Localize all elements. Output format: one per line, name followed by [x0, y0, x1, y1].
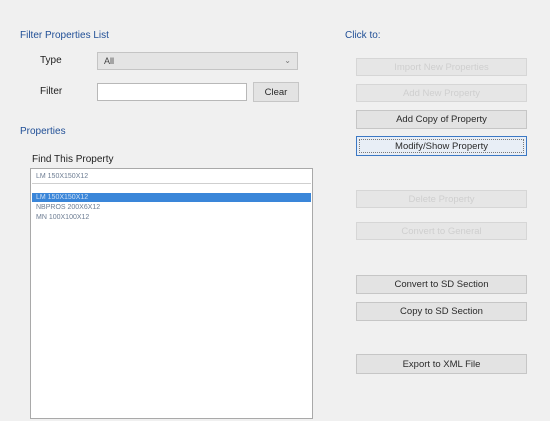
- convert-to-sd-section-button[interactable]: Convert to SD Section: [356, 275, 527, 294]
- add-copy-of-property-button[interactable]: Add Copy of Property: [356, 110, 527, 129]
- modify-show-property-button[interactable]: Modify/Show Property: [356, 136, 527, 156]
- click-to-title: Click to:: [345, 30, 381, 41]
- type-dropdown-value: All: [104, 56, 115, 66]
- type-dropdown[interactable]: All ⌄: [97, 52, 298, 70]
- copy-to-sd-section-button[interactable]: Copy to SD Section: [356, 302, 527, 321]
- delete-property-button[interactable]: Delete Property: [356, 190, 527, 208]
- chevron-down-icon: ⌄: [284, 56, 291, 65]
- export-to-xml-file-button[interactable]: Export to XML File: [356, 354, 527, 374]
- convert-to-general-button[interactable]: Convert to General: [356, 222, 527, 240]
- find-property-label: Find This Property: [32, 154, 114, 165]
- list-item[interactable]: LM 150X150X12: [32, 193, 311, 202]
- property-search-text[interactable]: LM 150X150X12: [32, 172, 311, 181]
- properties-group-title: Properties: [20, 126, 66, 137]
- list-divider: [32, 183, 311, 184]
- properties-listbox[interactable]: LM 150X150X12 LM 150X150X12 NBPROS 200X6…: [30, 168, 313, 419]
- filter-group-title: Filter Properties List: [20, 30, 109, 41]
- add-new-property-button[interactable]: Add New Property: [356, 84, 527, 102]
- list-item[interactable]: NBPROS 200X6X12: [32, 203, 311, 212]
- type-label: Type: [40, 55, 62, 66]
- import-new-properties-button[interactable]: Import New Properties: [356, 58, 527, 76]
- list-item[interactable]: MN 100X100X12: [32, 213, 311, 222]
- filter-label: Filter: [40, 86, 63, 97]
- clear-button[interactable]: Clear: [253, 82, 299, 102]
- filter-input[interactable]: [97, 83, 247, 101]
